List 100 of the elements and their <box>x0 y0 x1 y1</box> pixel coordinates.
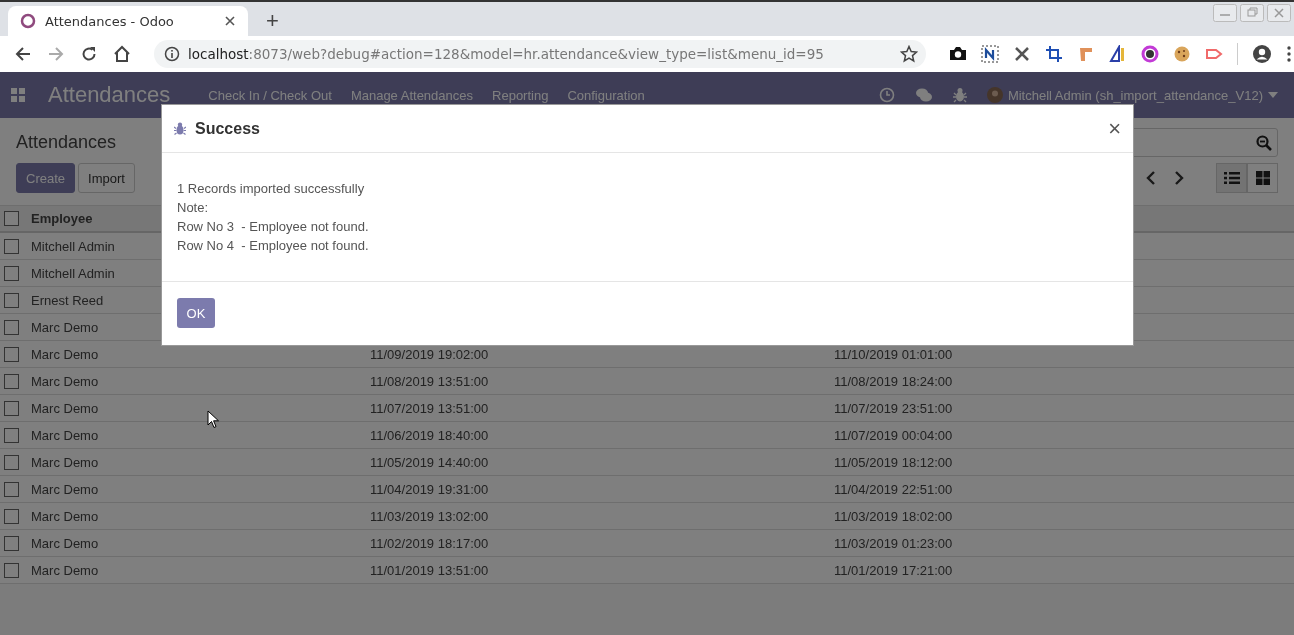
breadcrumb-title: Attendances <box>16 132 118 153</box>
list-view-button[interactable] <box>1216 163 1247 193</box>
table-cell: 11/07/2019 13:51:00 <box>370 400 489 416</box>
minimize-icon[interactable] <box>1213 4 1237 22</box>
color-ring-icon[interactable] <box>1141 45 1159 63</box>
table-cell: Marc Demo <box>31 319 99 335</box>
dialog-title: Success <box>195 119 261 138</box>
message-text: Note: <box>177 199 210 217</box>
camera-icon[interactable] <box>949 45 967 63</box>
checkbox[interactable] <box>4 508 19 524</box>
table-cell: 11/03/2019 01:23:00 <box>834 535 953 551</box>
checkbox[interactable] <box>4 238 19 254</box>
tab-title: Attendances - Odoo <box>45 13 175 29</box>
search-icon[interactable] <box>1256 134 1272 151</box>
table-cell: Marc Demo <box>31 346 99 362</box>
close-icon[interactable] <box>224 15 236 27</box>
menu-link[interactable]: Check In / Check Out <box>208 87 332 103</box>
crop-icon[interactable] <box>1045 45 1063 63</box>
table-cell: 11/05/2019 18:12:00 <box>834 454 953 470</box>
menu-link[interactable]: Reporting <box>492 87 549 103</box>
info-icon <box>164 46 180 62</box>
checkbox[interactable] <box>4 562 19 578</box>
checkbox[interactable] <box>4 427 19 443</box>
reload-icon[interactable] <box>80 45 98 63</box>
table-cell: Mitchell Admin <box>31 238 115 254</box>
table-cell: Mitchell Admin <box>31 265 115 281</box>
more-icon[interactable] <box>1286 45 1292 63</box>
checkbox[interactable] <box>4 211 19 226</box>
table-cell: Ernest Reed <box>31 292 104 308</box>
clock-icon[interactable] <box>878 87 895 103</box>
table-cell: 11/04/2019 22:51:00 <box>834 481 953 497</box>
bug-icon[interactable] <box>952 87 967 103</box>
table-cell: 11/05/2019 14:40:00 <box>370 454 489 470</box>
n-logo-icon[interactable] <box>981 45 999 63</box>
table-cell: 11/03/2019 18:02:00 <box>834 508 953 524</box>
table-cell: 11/06/2019 18:40:00 <box>370 427 489 443</box>
table-cell: 11/10/2019 01:01:00 <box>834 346 953 362</box>
new-tab-button[interactable]: + <box>266 10 279 32</box>
table-cell: 11/01/2019 17:21:00 <box>834 562 953 578</box>
table-cell: 11/09/2019 19:02:00 <box>370 346 489 362</box>
checkbox[interactable] <box>4 292 19 308</box>
bug-icon <box>174 122 186 135</box>
table-cell: Marc Demo <box>31 535 99 551</box>
table-cell: 11/07/2019 00:04:00 <box>834 427 953 443</box>
checkbox[interactable] <box>4 535 19 551</box>
restore-icon[interactable] <box>1240 4 1264 22</box>
checkbox[interactable] <box>4 265 19 281</box>
kanban-icon <box>1254 171 1271 185</box>
url-path: :8073/web?debug#action=128&model=hr.attendance&view_type=list&menu_id=95 <box>248 46 824 62</box>
set-square-icon[interactable] <box>1109 45 1127 63</box>
checkbox[interactable] <box>4 400 19 416</box>
previous-icon[interactable] <box>1146 171 1156 185</box>
table-cell: 11/07/2019 23:51:00 <box>834 400 953 416</box>
import-button[interactable]: Import <box>78 163 135 193</box>
forward-icon[interactable] <box>47 45 65 63</box>
table-cell: Marc Demo <box>31 454 99 470</box>
ok-button[interactable]: OK <box>177 298 215 328</box>
table-cell: Marc Demo <box>31 481 99 497</box>
checkbox[interactable] <box>4 319 19 335</box>
avatar-icon <box>986 87 1003 103</box>
table-cell: Marc Demo <box>31 562 99 578</box>
table-cell: Marc Demo <box>31 427 99 443</box>
user-menu[interactable]: Mitchell Admin (sh_import_attendance_V12) <box>986 87 1278 103</box>
ruler-icon[interactable] <box>1077 45 1095 63</box>
checkbox[interactable] <box>4 346 19 362</box>
message-text: 1 Records imported successfully <box>177 180 366 198</box>
account-icon[interactable] <box>1252 44 1272 64</box>
message-text: Row No 3 - Employee not found. <box>177 218 370 236</box>
table-cell: Marc Demo <box>31 373 99 389</box>
home-icon[interactable] <box>113 45 131 63</box>
checkbox[interactable] <box>4 373 19 389</box>
tab-logo-icon <box>20 13 36 29</box>
cookie-icon[interactable] <box>1173 45 1191 63</box>
message-text: Row No 4 - Employee not found. <box>177 237 370 255</box>
address-field[interactable]: localhost:8073/web?debug#action=128&model=hr.attendance&view_type=list&menu_id=95 <box>154 40 926 68</box>
star-icon[interactable] <box>900 45 918 63</box>
menu-link[interactable]: Manage Attendances <box>350 87 474 103</box>
table-cell: Marc Demo <box>31 508 99 524</box>
mouse-cursor-icon <box>207 410 219 429</box>
apps-icon[interactable] <box>11 88 25 102</box>
checkbox[interactable] <box>4 454 19 470</box>
app-title: Attendances <box>48 82 171 108</box>
table-cell: 11/03/2019 13:02:00 <box>370 508 489 524</box>
browser-tab[interactable]: Attendances - Odoo <box>8 6 248 36</box>
table-cell: 11/08/2019 13:51:00 <box>370 373 489 389</box>
table-cell: 11/08/2019 18:24:00 <box>834 373 953 389</box>
url-host: localhost <box>188 46 249 62</box>
chat-icon[interactable] <box>914 87 933 103</box>
kanban-view-button[interactable] <box>1247 163 1278 193</box>
table-cell: Marc Demo <box>31 400 99 416</box>
table-cell: 11/01/2019 13:51:00 <box>370 562 489 578</box>
table-cell: 11/04/2019 19:31:00 <box>370 481 489 497</box>
back-icon[interactable] <box>14 45 32 63</box>
create-button[interactable]: Create <box>16 163 76 193</box>
close-button[interactable]: × <box>1108 117 1121 140</box>
checkbox[interactable] <box>4 481 19 497</box>
next-icon[interactable] <box>1174 171 1184 185</box>
list-icon <box>1223 171 1240 185</box>
menu-link[interactable]: Configuration <box>567 87 645 103</box>
table-cell: 11/02/2019 18:17:00 <box>370 535 489 551</box>
